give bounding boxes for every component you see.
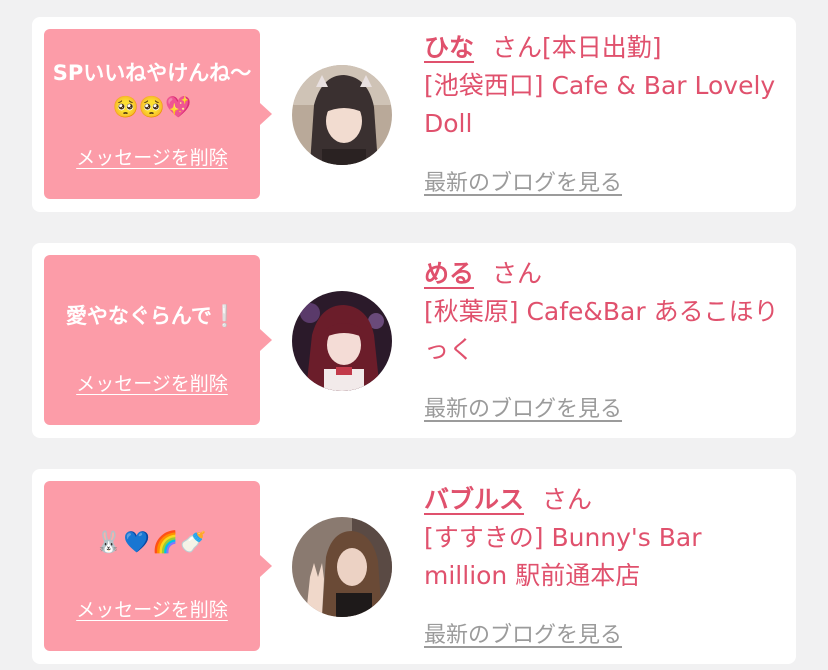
- latest-blog-link[interactable]: 最新のブログを見る: [424, 617, 622, 649]
- avatar-photo: [292, 65, 392, 165]
- cast-info: める さん [秋葉原] Cafe&Bar あるこほりっく: [424, 257, 784, 369]
- name-line: める さん: [424, 257, 784, 291]
- cast-info: ひな さん[本日出勤] [池袋西口] Cafe & Bar Lovely Doll: [424, 31, 784, 143]
- latest-blog-link[interactable]: 最新のブログを見る: [424, 165, 622, 197]
- cast-name-link[interactable]: める: [424, 259, 474, 288]
- message-card: SPいいねやけんね〜🥺🥺💖 メッセージを削除 ひな さん[本日出勤] [池袋西口]…: [32, 17, 796, 212]
- avatar-photo: [292, 517, 392, 617]
- message-text: 愛やなぐらんで❕: [65, 304, 239, 328]
- message-text: 🐰💙🌈🍼: [95, 530, 209, 554]
- delete-message-link[interactable]: メッセージを削除: [44, 143, 260, 170]
- cast-info: バブルス さん [すすきの] Bunny's Bar million 駅前通本店: [424, 483, 784, 595]
- message-text: SPいいねやけんね〜🥺🥺💖: [52, 61, 252, 119]
- message-bubble: 愛やなぐらんで❕ メッセージを削除: [44, 255, 272, 425]
- honorific: さん: [492, 259, 543, 288]
- cast-name-link[interactable]: ひな: [424, 33, 474, 62]
- shop-name: [池袋西口] Cafe & Bar Lovely Doll: [424, 71, 776, 138]
- delete-message-link[interactable]: メッセージを削除: [44, 595, 260, 622]
- avatar-photo: [292, 291, 392, 391]
- shop-name: [秋葉原] Cafe&Bar あるこほりっく: [424, 297, 779, 364]
- delete-message-link[interactable]: メッセージを削除: [44, 369, 260, 396]
- message-bubble: SPいいねやけんね〜🥺🥺💖 メッセージを削除: [44, 29, 272, 199]
- avatar[interactable]: [292, 65, 392, 165]
- honorific: さん[本日出勤]: [492, 33, 662, 62]
- avatar[interactable]: [292, 291, 392, 391]
- avatar[interactable]: [292, 517, 392, 617]
- message-card: 愛やなぐらんで❕ メッセージを削除 める さん [秋葉原] Cafe&Bar ある…: [32, 243, 796, 438]
- latest-blog-link[interactable]: 最新のブログを見る: [424, 391, 622, 423]
- name-line: ひな さん[本日出勤]: [424, 31, 784, 65]
- honorific: さん: [542, 485, 593, 514]
- message-card: 🐰💙🌈🍼 メッセージを削除 バブルス さん [すすきの] Bunny's Bar …: [32, 469, 796, 664]
- message-bubble: 🐰💙🌈🍼 メッセージを削除: [44, 481, 272, 651]
- shop-name: [すすきの] Bunny's Bar million 駅前通本店: [424, 523, 702, 590]
- name-line: バブルス さん: [424, 483, 784, 517]
- cast-name-link[interactable]: バブルス: [424, 485, 524, 514]
